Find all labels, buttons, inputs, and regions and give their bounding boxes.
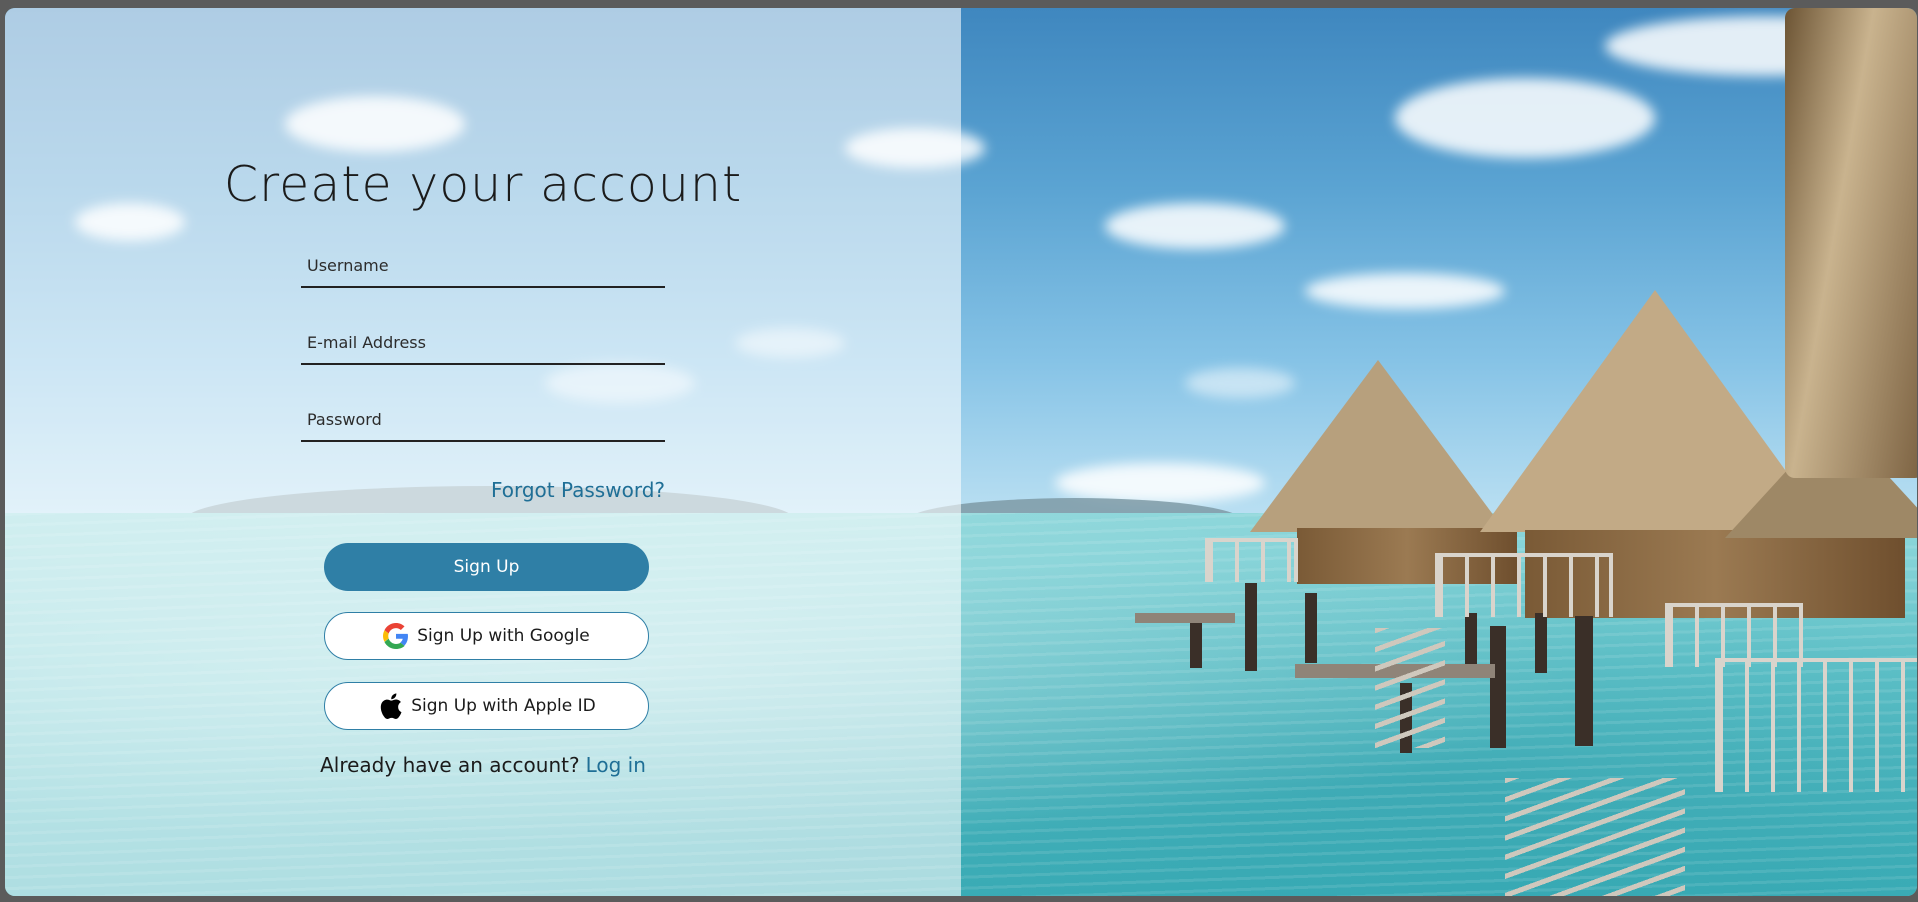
login-prompt-text: Already have an account? — [320, 753, 580, 777]
signup-form: Create your account Forgot Password? Sig… — [5, 8, 961, 896]
apple-signup-label: Sign Up with Apple ID — [411, 696, 596, 716]
username-input[interactable] — [301, 244, 665, 288]
sign-up-button[interactable]: Sign Up — [324, 543, 649, 591]
apple-signup-button[interactable]: Sign Up with Apple ID — [324, 682, 649, 730]
email-input[interactable] — [301, 321, 665, 365]
google-signup-label: Sign Up with Google — [417, 626, 590, 646]
forgot-password-link[interactable]: Forgot Password? — [425, 478, 665, 502]
sign-up-label: Sign Up — [453, 557, 520, 577]
login-link[interactable]: Log in — [586, 753, 646, 777]
apple-icon — [377, 691, 403, 721]
login-prompt: Already have an account? Log in — [5, 753, 961, 777]
password-input[interactable] — [301, 398, 665, 442]
page-title: Create your account — [223, 156, 743, 213]
app-window: Create your account Forgot Password? Sig… — [5, 8, 1917, 896]
google-icon — [383, 623, 409, 649]
google-signup-button[interactable]: Sign Up with Google — [324, 612, 649, 660]
